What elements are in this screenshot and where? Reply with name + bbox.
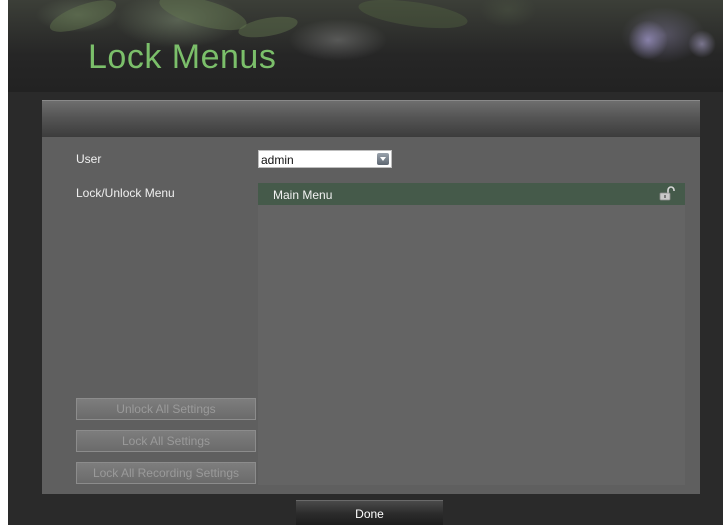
user-select[interactable]: admin bbox=[258, 150, 392, 168]
lock-menus-window: Lock Menus User admin Lock/Unlock Menu M… bbox=[8, 0, 723, 525]
lock-all-recording-settings-button[interactable]: Lock All Recording Settings bbox=[76, 462, 256, 484]
chevron-down-icon[interactable] bbox=[377, 153, 389, 165]
leaf-decoration bbox=[236, 12, 300, 42]
user-label: User bbox=[76, 152, 102, 166]
unlocked-padlock-icon[interactable] bbox=[659, 186, 677, 201]
settings-panel: User admin Lock/Unlock Menu Main Menu Un… bbox=[42, 137, 700, 494]
unlock-all-settings-button[interactable]: Unlock All Settings bbox=[76, 398, 256, 420]
leaf-decoration bbox=[356, 0, 470, 34]
lock-unlock-menu-label: Lock/Unlock Menu bbox=[76, 186, 175, 200]
list-item-label: Main Menu bbox=[273, 188, 333, 202]
panel-header-bar bbox=[42, 100, 700, 137]
leaf-decoration bbox=[156, 0, 250, 38]
bokeh-decoration bbox=[688, 30, 716, 58]
page-title: Lock Menus bbox=[88, 38, 277, 76]
list-item-main-menu[interactable]: Main Menu bbox=[258, 183, 685, 205]
bokeh-decoration bbox=[628, 20, 668, 60]
lock-all-settings-button[interactable]: Lock All Settings bbox=[76, 430, 256, 452]
menu-list: Main Menu bbox=[258, 183, 685, 485]
leaf-decoration bbox=[46, 0, 120, 39]
user-select-value: admin bbox=[261, 153, 294, 167]
done-button[interactable]: Done bbox=[296, 500, 443, 525]
header-banner: Lock Menus bbox=[8, 0, 723, 92]
